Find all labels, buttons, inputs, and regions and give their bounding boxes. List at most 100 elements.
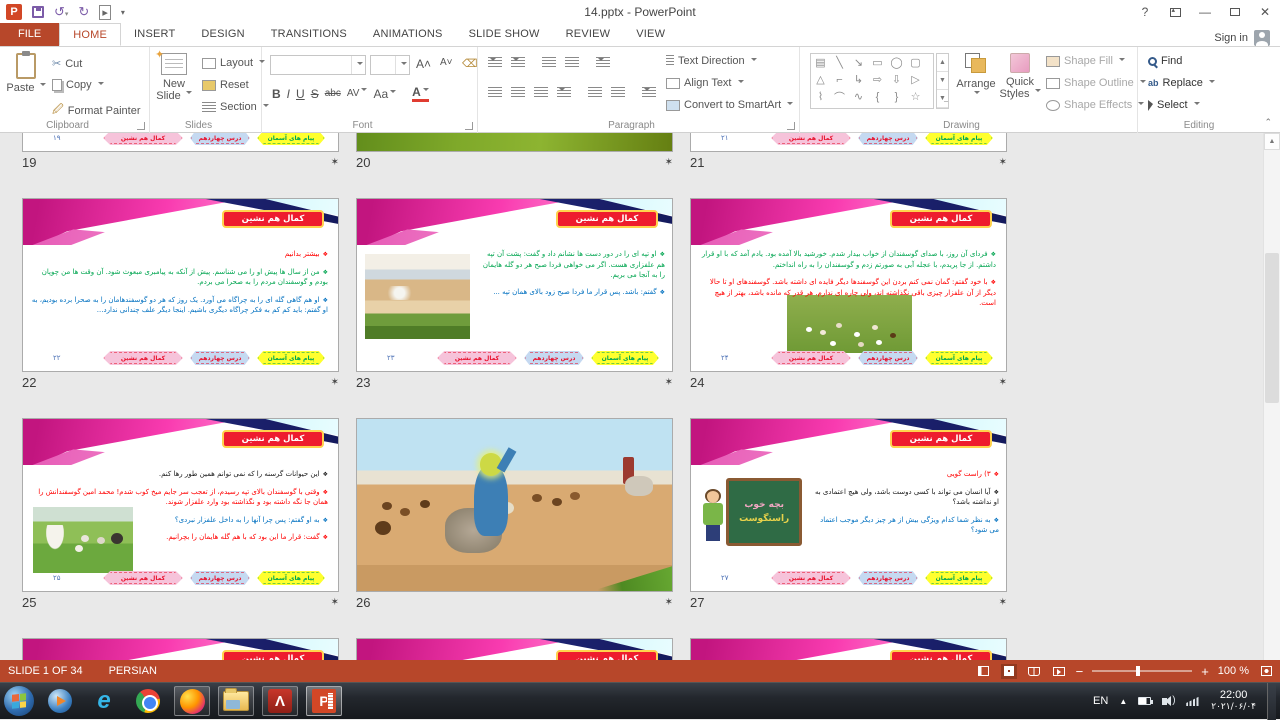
tab-transitions[interactable]: TRANSITIONS <box>258 23 360 46</box>
scrollbar-thumb[interactable] <box>1265 253 1279 403</box>
shadow-strike-button[interactable]: S <box>311 87 319 101</box>
zoom-in-button[interactable]: + <box>1201 664 1209 679</box>
start-button[interactable] <box>4 686 34 716</box>
shape-4-icon[interactable]: ◯ <box>887 54 906 71</box>
increase-font-button[interactable]: A˄ <box>416 57 431 71</box>
sign-in-link[interactable]: Sign in <box>1214 32 1248 44</box>
zoom-slider[interactable] <box>1092 670 1192 672</box>
footer-tag[interactable]: درس چهاردهم <box>190 133 250 145</box>
shape-7-icon[interactable]: ⌐ <box>830 71 849 88</box>
shape-1-icon[interactable]: ╲ <box>830 54 849 71</box>
slide-thumbnail-22[interactable]: كمال هم نشين❖بیشتر بدانیم❖من از سال ها پ… <box>22 198 339 372</box>
chevron-down-icon[interactable] <box>395 56 409 74</box>
restore-button[interactable] <box>1220 0 1250 24</box>
footer-tag[interactable]: كمال هم نشين <box>103 351 183 365</box>
strikethrough-button[interactable]: abc <box>325 88 341 99</box>
slide-thumbnail-21[interactable]: ۲۱كمال هم نشيندرس چهاردهمپیام های آسمان <box>690 133 1007 152</box>
char-spacing-button[interactable]: AV <box>347 88 368 99</box>
align-center-icon[interactable] <box>511 87 525 98</box>
zoom-slider-thumb[interactable] <box>1136 666 1140 676</box>
indent-increase-icon[interactable] <box>565 57 579 68</box>
gallery-down-icon[interactable]: ▼ <box>937 72 948 90</box>
shapes-gallery-scrollbar[interactable]: ▲ ▼ ▼̲ <box>936 53 949 109</box>
undo-icon[interactable]: ↺▾ <box>54 4 68 20</box>
slide-thumbnail-23[interactable]: كمال هم نشين❖او تپه ای را در دور دست ها … <box>356 198 673 372</box>
quick-styles-button[interactable]: Quick Styles <box>998 53 1042 100</box>
replace-button[interactable]: abReplace <box>1148 77 1215 89</box>
gallery-more-icon[interactable]: ▼̲ <box>937 90 948 108</box>
columns-icon[interactable] <box>642 87 656 98</box>
footer-tag[interactable]: پیام های آسمان <box>257 133 325 145</box>
shape-fill-button[interactable]: Shape Fill <box>1046 55 1125 67</box>
footer-tag[interactable]: درس چهاردهم <box>858 351 918 365</box>
tray-clock[interactable]: 22:00 ۲۰۲۱/۰۶/۰۴ <box>1211 689 1256 714</box>
language-tray[interactable]: EN <box>1093 695 1108 707</box>
save-icon[interactable] <box>32 6 44 18</box>
numbering-icon[interactable] <box>511 57 525 68</box>
decrease-font-button[interactable]: A˅ <box>440 57 453 68</box>
footer-tag[interactable]: كمال هم نشين <box>103 133 183 145</box>
scroll-up-icon[interactable]: ▲ <box>1264 133 1280 150</box>
battery-icon[interactable] <box>1138 697 1151 705</box>
convert-smartart-button[interactable]: Convert to SmartArt <box>666 99 793 111</box>
footer-tag[interactable]: درس چهاردهم <box>524 351 584 365</box>
footer-tag[interactable]: پیام های آسمان <box>257 351 325 365</box>
underline-button[interactable]: U <box>296 87 305 101</box>
find-button[interactable]: Find <box>1148 55 1182 67</box>
gallery-up-icon[interactable]: ▲ <box>937 54 948 72</box>
taskbar-chrome-button[interactable] <box>130 686 166 716</box>
taskbar-firefox-button[interactable] <box>174 686 210 716</box>
italic-button[interactable]: I <box>287 87 290 101</box>
taskbar-powerpoint-button[interactable]: P <box>306 686 342 716</box>
tab-home[interactable]: HOME <box>59 23 121 46</box>
shape-0-icon[interactable]: ▤ <box>811 54 830 71</box>
footer-tag[interactable]: درس چهاردهم <box>858 571 918 585</box>
indent-decrease-icon[interactable] <box>542 57 556 68</box>
shape-16-icon[interactable]: } <box>887 88 906 105</box>
change-case-button[interactable]: Aa <box>373 87 396 101</box>
paste-button[interactable]: Paste <box>4 53 48 94</box>
start-from-beginning-icon[interactable]: ▸ <box>99 5 111 20</box>
normal-view-button[interactable] <box>976 664 992 679</box>
slide-thumbnail-19[interactable]: ۱۹كمال هم نشيندرس چهاردهمپیام های آسمان <box>22 133 339 152</box>
font-name-combobox[interactable] <box>270 55 366 75</box>
shape-15-icon[interactable]: { <box>868 88 887 105</box>
slide-thumbnail-30[interactable]: كمال هم نشين <box>690 638 1007 660</box>
taskbar-ie-button[interactable]: e <box>86 686 122 716</box>
new-slide-button[interactable]: New Slide <box>152 53 196 102</box>
show-desktop-button[interactable] <box>1267 683 1276 720</box>
shapes-gallery[interactable]: ▤╲↘▭◯▢△⌐↳⇨⇩▷⌇⌒∿{}☆ <box>810 53 934 109</box>
format-painter-button[interactable]: 🖉Format Painter <box>52 101 140 120</box>
font-dialog-launcher[interactable] <box>465 122 473 130</box>
footer-tag[interactable]: پیام های آسمان <box>591 351 659 365</box>
network-icon[interactable] <box>1186 696 1200 706</box>
shape-11-icon[interactable]: ▷ <box>906 71 925 88</box>
shape-6-icon[interactable]: △ <box>811 71 830 88</box>
tab-animations[interactable]: ANIMATIONS <box>360 23 456 46</box>
minimize-button[interactable]: — <box>1190 0 1220 24</box>
chevron-down-icon[interactable] <box>351 56 365 74</box>
shape-2-icon[interactable]: ↘ <box>849 54 868 71</box>
shape-14-icon[interactable]: ∿ <box>849 88 868 105</box>
slide-thumbnail-28[interactable]: كمال هم نشين <box>22 638 339 660</box>
footer-tag[interactable]: كمال هم نشين <box>771 351 851 365</box>
tab-slideshow[interactable]: SLIDE SHOW <box>456 23 553 46</box>
tab-review[interactable]: REVIEW <box>553 23 624 46</box>
ltr-direction-icon[interactable] <box>588 87 602 98</box>
line-spacing-icon[interactable] <box>596 57 610 68</box>
footer-tag[interactable]: پیام های آسمان <box>925 133 993 145</box>
copy-button[interactable]: Copy <box>52 79 104 91</box>
font-size-combobox[interactable] <box>370 55 410 75</box>
font-color-button[interactable]: A <box>412 85 429 102</box>
footer-tag[interactable]: درس چهاردهم <box>858 133 918 145</box>
footer-tag[interactable]: پیام های آسمان <box>925 351 993 365</box>
section-button[interactable]: Section <box>202 101 269 113</box>
arrange-button[interactable]: Arrange <box>954 53 998 102</box>
cut-button[interactable]: ✂Cut <box>52 57 82 70</box>
footer-tag[interactable]: كمال هم نشين <box>771 133 851 145</box>
customize-qat-icon[interactable]: ▾ <box>121 8 125 17</box>
footer-tag[interactable]: كمال هم نشين <box>437 351 517 365</box>
footer-tag[interactable]: پیام های آسمان <box>257 571 325 585</box>
text-direction-button[interactable]: Text Direction <box>666 55 757 67</box>
footer-tag[interactable]: درس چهاردهم <box>190 351 250 365</box>
